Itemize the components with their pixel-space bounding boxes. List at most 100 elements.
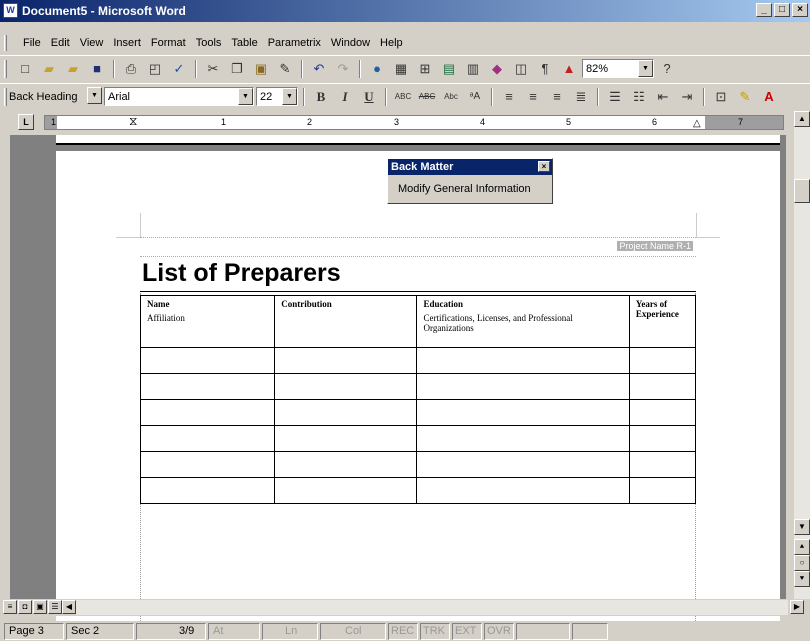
restore-button[interactable]: □ (774, 3, 790, 17)
insert-excel-icon[interactable]: ▤ (438, 58, 460, 80)
outline-view-icon[interactable]: ☰ (48, 600, 62, 614)
scroll-right-button[interactable]: ▶ (790, 600, 804, 614)
table-cell[interactable] (416, 451, 630, 478)
menu-tools[interactable]: Tools (191, 37, 227, 49)
style-select[interactable]: Back Heading ▼ (6, 87, 102, 106)
word-app-icon[interactable]: W (3, 3, 18, 18)
status-ext[interactable]: EXT (452, 622, 482, 640)
table-cell[interactable] (139, 373, 276, 400)
open-file-icon[interactable]: ▰ (62, 58, 84, 80)
table-cell[interactable] (274, 347, 418, 374)
vertical-scrollbar[interactable]: ▲ ▼ ⯅ ○ ⯆ (794, 111, 810, 599)
scroll-up-button[interactable]: ▲ (794, 111, 810, 127)
table-cell[interactable] (628, 347, 697, 374)
toolbar-grip[interactable] (4, 35, 7, 51)
zoom-select[interactable]: 82% ▼ (582, 59, 654, 78)
font-color-icon[interactable]: A (758, 86, 780, 108)
table-cell[interactable] (139, 425, 276, 452)
table-cell[interactable] (139, 347, 276, 374)
table-cell[interactable] (628, 399, 697, 426)
menu-table[interactable]: Table (226, 37, 262, 49)
menu-window[interactable]: Window (326, 37, 375, 49)
table-cell[interactable] (139, 399, 276, 426)
next-page-button[interactable]: ⯆ (794, 571, 810, 587)
status-rec[interactable]: REC (388, 622, 418, 640)
columns-icon[interactable]: ▥ (462, 58, 484, 80)
font-select[interactable]: Arial ▼ (104, 87, 254, 106)
status-ovr[interactable]: OVR (484, 622, 514, 640)
normal-view-icon[interactable]: ≡ (3, 600, 17, 614)
print-preview-icon[interactable]: ◰ (144, 58, 166, 80)
menu-edit[interactable]: Edit (46, 37, 75, 49)
chevron-down-icon[interactable]: ▼ (87, 87, 102, 104)
highlight-icon[interactable]: ✎ (734, 86, 756, 108)
table-cell[interactable] (416, 373, 630, 400)
chevron-down-icon[interactable]: ▼ (238, 88, 253, 105)
align-left-icon[interactable]: ≡ (498, 86, 520, 108)
menu-format[interactable]: Format (146, 37, 191, 49)
tables-borders-icon[interactable]: ▦ (390, 58, 412, 80)
table-cell[interactable] (628, 477, 697, 504)
close-button[interactable]: × (792, 3, 808, 17)
previous-page-button[interactable]: ⯅ (794, 539, 810, 555)
paste-icon[interactable]: ▣ (250, 58, 272, 80)
table-header-cell[interactable]: Name Affiliation (139, 295, 276, 348)
table-cell[interactable] (416, 477, 630, 504)
preparers-table[interactable]: Name Affiliation Contribution Education … (139, 295, 697, 504)
table-header-cell[interactable]: Education Certifications, Licenses, and … (416, 295, 630, 348)
document-map-icon[interactable]: ◫ (510, 58, 532, 80)
table-cell[interactable] (274, 373, 418, 400)
bold-button[interactable]: B (310, 86, 332, 108)
all-caps-icon[interactable]: ABC (392, 86, 414, 108)
table-cell[interactable] (274, 425, 418, 452)
document-page[interactable]: Project Name R-1 List of Preparers Name … (56, 151, 780, 621)
drawing-icon[interactable]: ◆ (486, 58, 508, 80)
italic-button[interactable]: I (334, 86, 356, 108)
menu-view[interactable]: View (75, 37, 109, 49)
web-layout-icon[interactable]: ◘ (18, 600, 32, 614)
scroll-thumb[interactable] (794, 179, 810, 203)
format-painter-icon[interactable]: ✎ (274, 58, 296, 80)
undo-icon[interactable]: ↶ (308, 58, 330, 80)
panel-titlebar[interactable]: Back Matter × (388, 159, 552, 175)
table-header-cell[interactable]: Years of Experience (628, 295, 697, 348)
small-caps-icon[interactable]: Abc (440, 86, 462, 108)
tab-selector[interactable]: L (18, 114, 34, 130)
cut-icon[interactable]: ✂ (202, 58, 224, 80)
borders-icon[interactable]: ⊡ (710, 86, 732, 108)
scroll-down-button[interactable]: ▼ (794, 519, 810, 535)
increase-indent-icon[interactable]: ⇥ (676, 86, 698, 108)
page-header[interactable]: Project Name R-1 (140, 237, 696, 257)
new-document-icon[interactable]: □ (14, 58, 36, 80)
print-layout-icon[interactable]: ▣ (33, 600, 47, 614)
numbering-icon[interactable]: ☰ (604, 86, 626, 108)
scroll-left-button[interactable]: ◀ (62, 600, 76, 614)
warning-icon[interactable]: ▲ (558, 58, 580, 80)
save-icon[interactable]: ■ (86, 58, 108, 80)
align-right-icon[interactable]: ≡ (546, 86, 568, 108)
table-cell[interactable] (274, 399, 418, 426)
copy-icon[interactable]: ❐ (226, 58, 248, 80)
table-cell[interactable] (628, 451, 697, 478)
hyperlink-icon[interactable]: ● (366, 58, 388, 80)
bullets-icon[interactable]: ☷ (628, 86, 650, 108)
menu-help[interactable]: Help (375, 37, 408, 49)
minimize-button[interactable]: _ (756, 3, 772, 17)
table-cell[interactable] (416, 399, 630, 426)
table-cell[interactable] (274, 451, 418, 478)
table-cell[interactable] (139, 477, 276, 504)
panel-close-button[interactable]: × (538, 161, 550, 172)
table-cell[interactable] (628, 373, 697, 400)
indent-marker-icon[interactable]: ⧖ (129, 114, 137, 129)
chevron-down-icon[interactable]: ▼ (638, 60, 653, 77)
select-browse-object-button[interactable]: ○ (794, 555, 810, 571)
project-name-field[interactable]: Project Name R-1 (617, 241, 693, 251)
menu-insert[interactable]: Insert (108, 37, 146, 49)
redo-icon[interactable]: ↷ (332, 58, 354, 80)
horizontal-ruler[interactable]: 1 1 2 3 4 5 6 7 ⧖ △ (44, 114, 784, 130)
underline-button[interactable]: U (358, 86, 380, 108)
horizontal-scroll-track[interactable] (76, 600, 788, 615)
table-cell[interactable] (274, 477, 418, 504)
justify-icon[interactable]: ≣ (570, 86, 592, 108)
toolbar-grip[interactable] (4, 60, 7, 78)
